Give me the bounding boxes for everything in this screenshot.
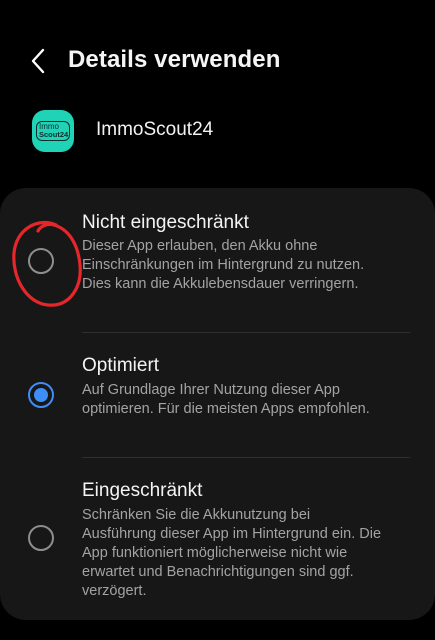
option-title-restricted: Eingeschränkt <box>82 480 203 501</box>
option-restricted[interactable]: Eingeschränkt Schränken Sie die Akkunutz… <box>0 458 435 618</box>
app-name: ImmoScout24 <box>96 119 214 140</box>
option-desc-restricted: Schränken Sie die Akkunutzung bei Ausfüh… <box>82 507 382 599</box>
option-unrestricted[interactable]: Nicht eingeschränkt Dieser App erlauben,… <box>0 188 435 328</box>
header: Details verwenden <box>0 40 435 82</box>
immoscout-app-icon: Immo Scout24 <box>32 110 74 152</box>
radio-unrestricted[interactable] <box>28 248 54 274</box>
page-title: Details verwenden <box>68 46 281 73</box>
app-icon-text-line2: Scout24 <box>39 129 69 139</box>
app-icon-badge: Immo Scout24 <box>36 120 70 142</box>
chevron-left-icon <box>31 48 45 74</box>
battery-options-card: Nicht eingeschränkt Dieser App erlauben,… <box>0 188 435 620</box>
back-button[interactable] <box>22 44 56 78</box>
radio-optimized[interactable] <box>28 382 54 408</box>
screen: Details verwenden Immo Scout24 ImmoScout… <box>0 0 435 640</box>
app-info-row: Immo Scout24 ImmoScout24 <box>0 106 435 158</box>
option-optimized[interactable]: Optimiert Auf Grundlage Ihrer Nutzung di… <box>0 333 435 456</box>
option-desc-optimized: Auf Grundlage Ihrer Nutzung dieser App o… <box>82 382 370 417</box>
option-desc-unrestricted: Dieser App erlauben, den Akku ohne Einsc… <box>82 238 365 292</box>
radio-restricted[interactable] <box>28 525 54 551</box>
option-title-optimized: Optimiert <box>82 355 160 376</box>
option-title-unrestricted: Nicht eingeschränkt <box>82 212 249 233</box>
